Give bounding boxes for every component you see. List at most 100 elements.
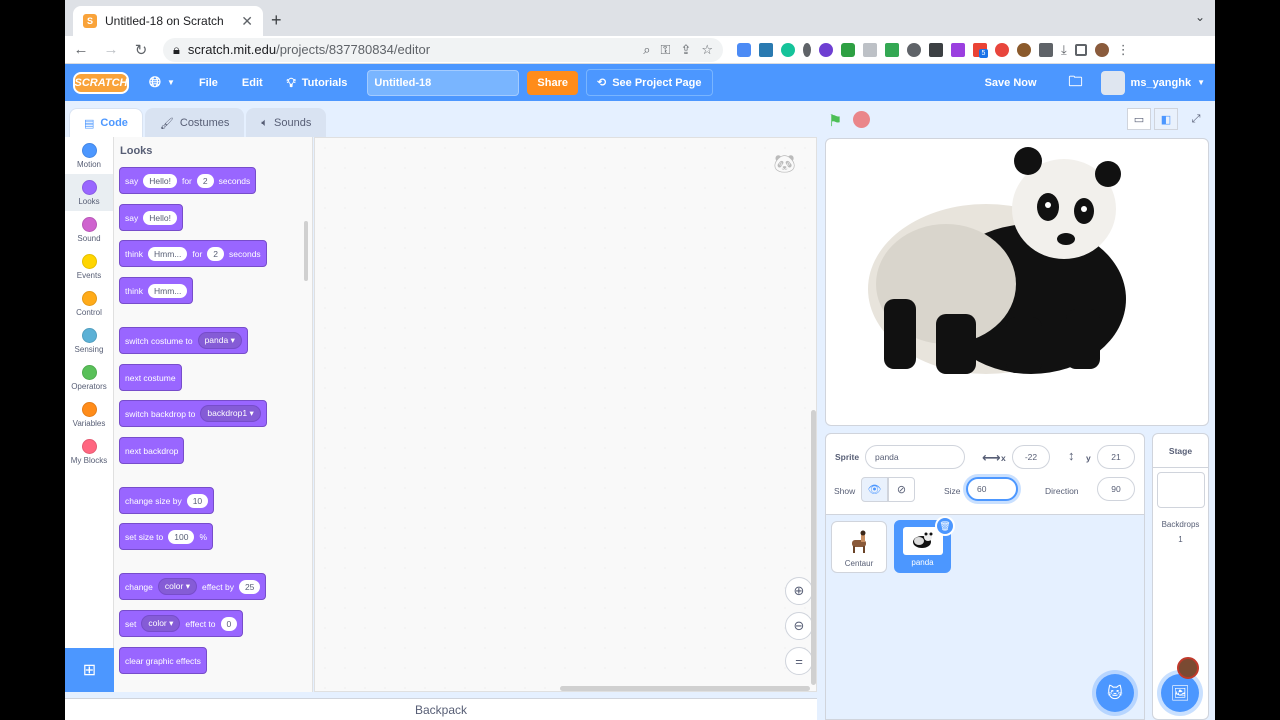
my-stuff-folder-icon[interactable]: 🗀 (1057, 71, 1095, 95)
block-input[interactable]: Hmm... (147, 283, 188, 298)
bookmark-star-icon[interactable]: ☆ (701, 42, 713, 58)
tab-costumes[interactable]: 🖌︎ Costumes (144, 108, 245, 137)
file-menu[interactable]: File (187, 77, 230, 89)
block-next-backdrop[interactable]: next backdrop (119, 437, 185, 464)
block-change-size[interactable]: change size by 10 (119, 487, 215, 514)
tab-code[interactable]: ▤ Code (69, 108, 143, 137)
download-icon[interactable]: ⤓ (1061, 42, 1067, 58)
edit-menu[interactable]: Edit (230, 77, 275, 89)
costume-dropdown[interactable]: panda ▾ (197, 332, 242, 349)
choose-backdrop-button[interactable]: 🖼︎ (1161, 674, 1199, 712)
block-think[interactable]: think Hmm... (119, 277, 194, 304)
block-switch-backdrop[interactable]: switch backdrop to backdrop1 ▾ (119, 400, 267, 427)
block-input[interactable]: Hello! (143, 210, 177, 225)
category-variables[interactable]: Variables (65, 396, 113, 433)
save-now-button[interactable]: Save Now (971, 77, 1051, 89)
share-button[interactable]: Share (527, 70, 578, 95)
script-horizontal-scrollbar[interactable] (560, 686, 810, 691)
tutorials-button[interactable]: 💡︎ Tutorials (275, 75, 360, 91)
block-set-effect[interactable]: set color ▾ effect to 0 (119, 610, 244, 637)
hide-toggle[interactable]: ⊘ (888, 477, 915, 502)
category-sensing[interactable]: Sensing (65, 322, 113, 359)
sprite-tile-centaur[interactable]: Centaur (831, 521, 887, 573)
block-input[interactable]: 0 (220, 616, 238, 631)
block-input[interactable]: Hello! (143, 173, 177, 188)
choose-sprite-button[interactable]: 🐱︎ (1096, 674, 1134, 712)
puzzle-extensions-icon[interactable] (1039, 42, 1053, 57)
side-panel-icon[interactable] (1074, 43, 1087, 56)
sprite-name-input[interactable]: panda (865, 445, 965, 469)
mic-extension-icon[interactable] (803, 42, 811, 57)
block-next-costume[interactable]: next costume (119, 364, 182, 391)
block-input[interactable]: 100 (168, 529, 195, 544)
share-page-icon[interactable]: ⇪ (680, 42, 691, 58)
forward-icon[interactable]: → (103, 41, 119, 58)
clock-extension-icon[interactable] (907, 42, 921, 57)
delete-sprite-button[interactable]: 🗑︎ (935, 516, 955, 536)
account-caret-icon[interactable]: ▼ (1197, 78, 1205, 87)
small-stage-button[interactable]: ▭ (1127, 108, 1151, 130)
backpack-bar[interactable]: Backpack (65, 698, 817, 720)
crown-extension-icon[interactable] (929, 42, 943, 57)
key-icon[interactable]: ⚿ (661, 42, 671, 58)
plus-extension-icon[interactable] (951, 42, 965, 57)
block-think-for-seconds[interactable]: think Hmm... for 2 seconds (119, 240, 267, 267)
category-sound[interactable]: Sound (65, 211, 113, 248)
block-clear-effects[interactable]: clear graphic effects (119, 647, 207, 674)
tab-sounds[interactable]: 🔈︎ Sounds (246, 108, 327, 137)
green-flag-icon[interactable]: ⚑ (828, 111, 842, 131)
direction-input[interactable]: 90 (1097, 477, 1135, 501)
block-change-effect[interactable]: change color ▾ effect by 25 (119, 573, 267, 600)
new-tab-icon[interactable]: + (271, 10, 282, 31)
project-title-input[interactable]: Untitled-18 (367, 69, 520, 96)
chrome-menu-icon[interactable]: ⋮ (1117, 42, 1130, 58)
see-project-page-button[interactable]: ⟲ See Project Page (586, 69, 713, 96)
zoom-in-button[interactable]: ⊕ (785, 577, 813, 605)
script-vertical-scrollbar[interactable] (811, 410, 816, 685)
block-input[interactable]: 2 (207, 246, 225, 261)
backdrop-dropdown[interactable]: backdrop1 ▾ (200, 405, 261, 422)
effect-dropdown[interactable]: color ▾ (141, 615, 181, 632)
close-tab-icon[interactable]: ✕ (241, 13, 253, 30)
stage-canvas[interactable] (825, 138, 1209, 426)
block-say[interactable]: say Hello! (119, 204, 183, 231)
category-looks[interactable]: Looks (65, 174, 113, 211)
flower-extension-icon[interactable] (841, 42, 855, 57)
palette-scrollbar[interactable] (304, 221, 308, 281)
block-switch-costume[interactable]: switch costume to panda ▾ (119, 327, 248, 354)
normal-stage-button[interactable]: ◧ (1154, 108, 1178, 130)
zoom-reset-button[interactable]: = (785, 647, 813, 675)
block-input[interactable]: Hmm... (147, 246, 188, 261)
vue-extension-icon[interactable] (759, 42, 773, 57)
category-control[interactable]: Control (65, 285, 113, 322)
zoom-search-icon[interactable]: ⌕ (643, 42, 650, 58)
effect-dropdown[interactable]: color ▾ (157, 578, 197, 595)
browser-tab[interactable]: S Untitled-18 on Scratch ✕ (73, 6, 263, 36)
reload-icon[interactable]: ↻ (133, 41, 149, 59)
fullscreen-button[interactable]: ⤢ (1184, 108, 1208, 130)
badge-extension-icon[interactable]: 5 (973, 42, 988, 58)
username[interactable]: ms_yanghk (1131, 77, 1192, 89)
link-extension-icon[interactable] (737, 42, 751, 57)
tab-search-chevron-icon[interactable]: ⌄ (1195, 10, 1205, 24)
block-input[interactable]: 10 (186, 493, 209, 508)
category-operators[interactable]: Operators (65, 359, 113, 396)
back-icon[interactable]: ← (73, 41, 89, 58)
stop-icon[interactable] (853, 111, 870, 128)
x-input[interactable]: -22 (1012, 445, 1050, 469)
panda-sprite[interactable] (826, 139, 1209, 426)
address-bar[interactable]: 🔒︎ scratch.mit.edu/projects/837780834/ed… (163, 37, 723, 62)
block-input[interactable]: 25 (238, 579, 261, 594)
purple-extension-icon[interactable] (819, 42, 833, 57)
grammarly-extension-icon[interactable] (781, 42, 795, 57)
block-extension-icon[interactable] (995, 42, 1009, 57)
y-input[interactable]: 21 (1097, 445, 1135, 469)
user-avatar[interactable] (1100, 70, 1125, 95)
language-menu[interactable]: 🌐︎ ▼ (137, 74, 187, 91)
category-my-blocks[interactable]: My Blocks (65, 433, 113, 470)
scratch-logo[interactable]: SCRATCH (73, 71, 129, 94)
green-box-extension-icon[interactable] (885, 42, 899, 57)
block-input[interactable]: 2 (196, 173, 214, 188)
show-visible-toggle[interactable]: 👁︎ (861, 477, 888, 502)
category-motion[interactable]: Motion (65, 137, 113, 174)
